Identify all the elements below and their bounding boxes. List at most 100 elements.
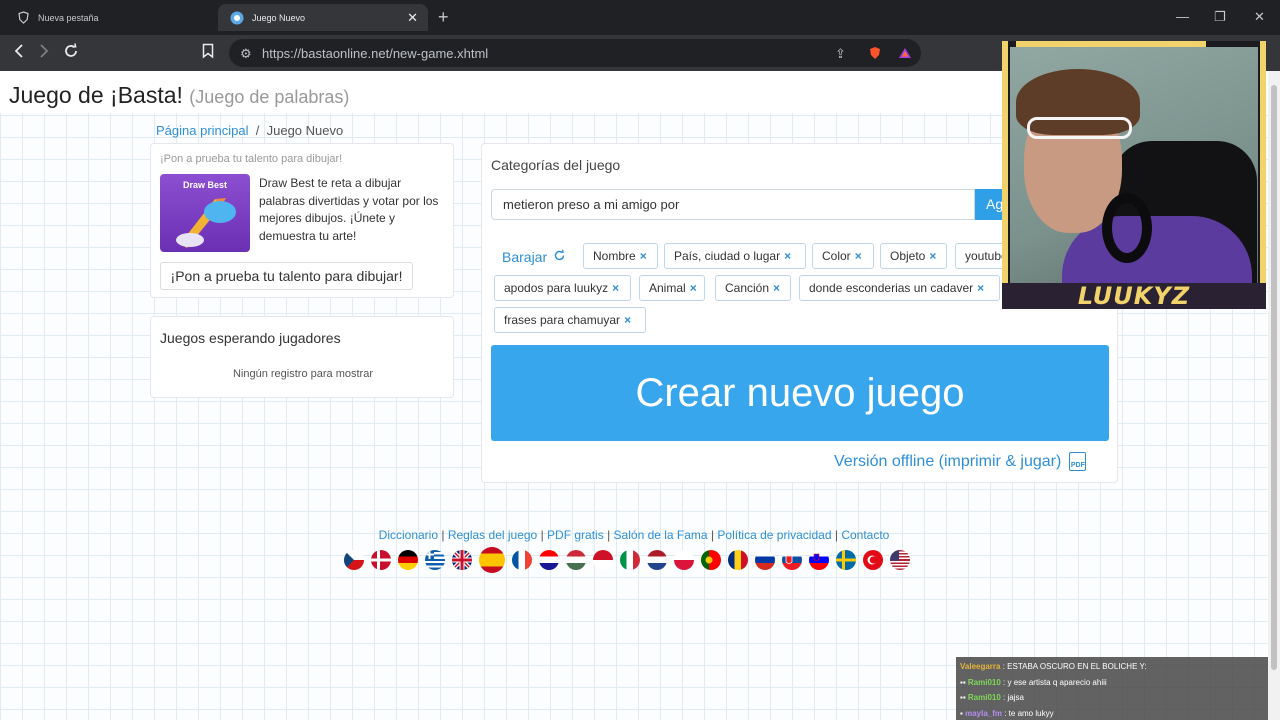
flag-it-icon[interactable] [620, 550, 640, 570]
footer-separator: | [441, 528, 445, 542]
chip-label: País, ciudad o lugar [674, 249, 781, 263]
flag-si-icon[interactable] [809, 550, 829, 570]
category-chip[interactable]: Animal × [639, 275, 705, 301]
flag-dk-icon[interactable] [371, 550, 391, 570]
flag-gb-icon[interactable] [452, 550, 472, 570]
flag-ro-icon[interactable] [728, 550, 748, 570]
shuffle-label: Barajar [502, 249, 548, 265]
footer-link-rules[interactable]: Reglas del juego [448, 528, 537, 542]
chip-label: Animal [649, 281, 686, 295]
footer-link-contact[interactable]: Contacto [841, 528, 889, 542]
shuffle-button[interactable]: Barajar [502, 249, 566, 265]
flag-es-icon[interactable] [479, 547, 505, 573]
footer-link-privacy[interactable]: Política de privacidad [717, 528, 831, 542]
chat-text: jajsa [1007, 693, 1024, 702]
url-text: https://bastaonline.net/new-game.xhtml [262, 46, 489, 61]
flag-us-icon[interactable] [890, 550, 910, 570]
footer-separator: | [834, 528, 838, 542]
tab-juego-nuevo[interactable]: Juego Nuevo ✕ [218, 4, 428, 31]
flag-id-icon[interactable] [593, 550, 613, 570]
refresh-icon [553, 249, 566, 265]
chat-username: Rami010 [967, 677, 1001, 687]
chip-label: Nombre [593, 249, 636, 263]
draw-best-image[interactable]: Draw Best [160, 174, 250, 252]
restore-icon[interactable]: ❐ [1214, 9, 1226, 25]
flag-pl-icon[interactable] [674, 550, 694, 570]
bookmark-icon[interactable] [202, 43, 214, 63]
category-input[interactable]: metieron preso a mi amigo por [491, 189, 975, 220]
brave-rewards-icon[interactable] [898, 46, 912, 63]
waiting-games-card: Juegos esperando jugadores Ningún regist… [150, 316, 454, 398]
back-icon[interactable] [12, 43, 26, 63]
offline-version-link[interactable]: Versión offline (imprimir & jugar) PDF [834, 452, 1087, 471]
remove-chip-icon[interactable]: × [977, 281, 984, 295]
footer-link-dictionary[interactable]: Diccionario [379, 528, 438, 542]
flag-ru-icon[interactable] [755, 550, 775, 570]
remove-chip-icon[interactable]: × [690, 281, 697, 295]
flag-nl-icon[interactable] [647, 550, 667, 570]
chat-badge-icon: ▪▪ [960, 693, 966, 702]
flag-se-icon[interactable] [836, 550, 856, 570]
site-settings-icon[interactable]: ⚙ [240, 46, 252, 62]
tab-title: Juego Nuevo [252, 12, 306, 23]
flag-fr-icon[interactable] [512, 550, 532, 570]
breadcrumb-home-link[interactable]: Página principal [156, 123, 249, 138]
category-chip[interactable]: frases para chamuyar × [494, 307, 646, 333]
flag-pt-icon[interactable] [701, 550, 721, 570]
chat-text: ESTABA OSCURO EN EL BOLICHE Y: [1007, 662, 1147, 671]
remove-chip-icon[interactable]: × [612, 281, 619, 295]
close-tab-icon[interactable]: ✕ [407, 10, 418, 26]
reload-icon[interactable] [63, 43, 79, 63]
chat-badge-icon: ▪▪ [960, 677, 966, 687]
brave-shields-icon[interactable] [868, 46, 882, 63]
share-icon[interactable]: ⇪ [835, 46, 846, 62]
breadcrumb: Página principal / Juego Nuevo [156, 123, 343, 138]
flag-hr-icon[interactable] [539, 550, 559, 570]
create-new-game-button[interactable]: Crear nuevo juego [491, 345, 1109, 441]
category-chip[interactable]: Nombre × [583, 243, 658, 269]
category-chip[interactable]: Color × [812, 243, 874, 269]
minimize-icon[interactable]: — [1176, 9, 1189, 24]
page-scrollbar[interactable] [1268, 71, 1280, 720]
promo-heading: ¡Pon a prueba tu talento para dibujar! [160, 153, 343, 165]
chip-label: apodos para luukyz [504, 281, 609, 295]
chat-username: mayla_fm [965, 708, 1002, 718]
remove-chip-icon[interactable]: × [929, 249, 936, 263]
offline-version-label: Versión offline (imprimir & jugar) [834, 452, 1062, 470]
streamer-name: LUUKYZ [1002, 283, 1266, 309]
flag-tr-icon[interactable] [863, 550, 883, 570]
site-footer: Diccionario | Reglas del juego | PDF gra… [0, 528, 1268, 542]
address-bar[interactable]: ⚙ https://bastaonline.net/new-game.xhtml… [229, 39, 921, 67]
flag-de-icon[interactable] [398, 550, 418, 570]
flag-sk-icon[interactable] [782, 550, 802, 570]
remove-chip-icon[interactable]: × [624, 313, 631, 327]
remove-chip-icon[interactable]: × [773, 281, 780, 295]
category-chip[interactable]: Canción × [715, 275, 791, 301]
chat-message: Valeegarra : ESTABA OSCURO EN EL BOLICHE… [960, 662, 1147, 671]
remove-chip-icon[interactable]: × [855, 249, 862, 263]
close-window-icon[interactable]: ✕ [1254, 9, 1265, 25]
chat-message: ▪▪ Rami010 : jajsa [960, 693, 1024, 702]
new-tab-icon[interactable]: + [438, 7, 449, 28]
tab-new-tab[interactable]: Nueva pestaña [4, 4, 216, 31]
draw-best-button[interactable]: ¡Pon a prueba tu talento para dibujar! [160, 262, 413, 290]
draw-best-promo-card: ¡Pon a prueba tu talento para dibujar! D… [150, 143, 454, 298]
category-chip[interactable]: apodos para luukyz × [494, 275, 631, 301]
flag-gr-icon[interactable] [425, 550, 445, 570]
chat-text: te amo lukyy [1008, 708, 1054, 718]
flag-hu-icon[interactable] [566, 550, 586, 570]
chip-label: Color [822, 249, 851, 263]
footer-separator: | [607, 528, 611, 542]
remove-chip-icon[interactable]: × [640, 249, 647, 263]
footer-link-pdf[interactable]: PDF gratis [547, 528, 604, 542]
category-chip[interactable]: donde esconderias un cadaver × [799, 275, 1000, 301]
flag-cz-icon[interactable] [344, 550, 364, 570]
category-chip[interactable]: País, ciudad o lugar × [664, 243, 806, 269]
category-chip[interactable]: Objeto × [880, 243, 947, 269]
scrollbar-thumb[interactable] [1271, 85, 1277, 670]
remove-chip-icon[interactable]: × [784, 249, 791, 263]
forward-icon[interactable] [37, 43, 51, 63]
footer-link-hall-of-fame[interactable]: Salón de la Fama [614, 528, 708, 542]
chat-username: Valeegarra [960, 662, 1001, 671]
waiting-games-empty: Ningún registro para mostrar [232, 368, 373, 380]
